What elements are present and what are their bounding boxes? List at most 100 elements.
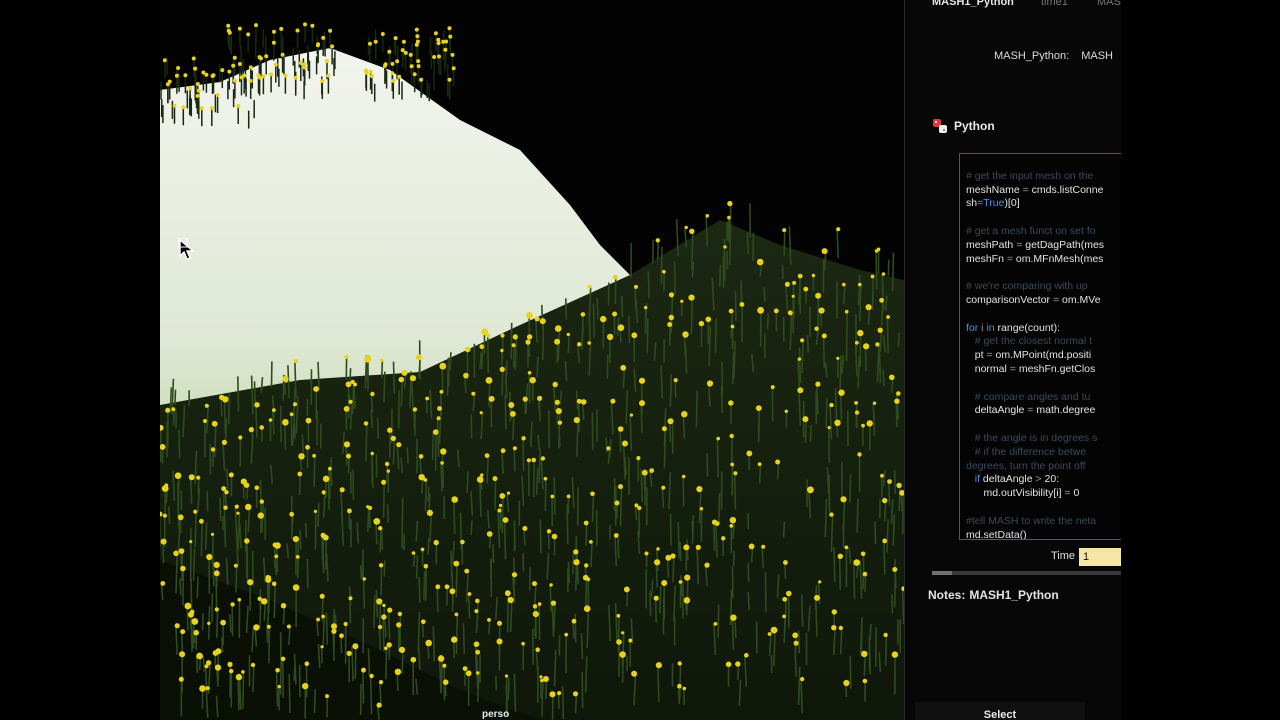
flower-head: [162, 513, 167, 518]
grass-stem: [541, 680, 544, 717]
flower-head: [677, 683, 682, 689]
flower-head: [193, 509, 198, 514]
flower-head: [550, 494, 555, 499]
flower-head: [767, 632, 772, 636]
flower-head: [572, 691, 579, 697]
grass-stem: [470, 520, 473, 536]
python-section-header[interactable]: Python: [932, 118, 995, 134]
flower-head: [539, 318, 546, 325]
grass-stem: [174, 389, 177, 405]
code-token: 0: [1073, 487, 1080, 500]
flower-head: [206, 553, 213, 561]
flower-head: [784, 281, 790, 287]
flower-head: [573, 417, 580, 424]
flower-head: [582, 574, 589, 581]
code-token: =: [1061, 487, 1074, 500]
flower-head: [499, 493, 506, 499]
flower-head: [725, 661, 732, 668]
tab-mash1-python[interactable]: MASH1_Python: [932, 0, 1014, 8]
flower-head: [436, 41, 441, 46]
flower-head: [479, 344, 485, 350]
code-line: # we're comparing with up: [966, 280, 1088, 292]
code-token: degrees, turn the point off: [966, 459, 1086, 472]
flower-head: [177, 514, 184, 521]
grass-stem: [558, 411, 561, 449]
code-line: meshFn = om.MFnMesh(mes: [966, 253, 1103, 265]
flower-head: [535, 647, 540, 652]
flower-head: [364, 355, 372, 363]
flower-head: [214, 607, 219, 612]
grass-stem: [425, 398, 428, 414]
grass-stem: [897, 332, 901, 348]
flower-head: [655, 238, 660, 243]
tab-mash[interactable]: MAS: [1097, 0, 1121, 8]
grass-stem: [221, 637, 224, 653]
grass-stem: [326, 553, 329, 582]
flower-head: [756, 258, 764, 266]
flower-head: [858, 282, 862, 287]
grass-stem: [512, 345, 515, 368]
flower-head: [807, 486, 814, 494]
time-field[interactable]: [1079, 548, 1121, 566]
select-button[interactable]: Select: [915, 702, 1085, 720]
grass-stem: [367, 648, 371, 676]
grass-stem: [189, 477, 193, 504]
flower-head: [387, 49, 392, 54]
flower-head: [554, 325, 562, 332]
grass-stem: [553, 477, 556, 515]
flower-head: [879, 297, 884, 303]
flower-head: [610, 398, 616, 404]
flower-head: [292, 536, 299, 543]
code-token: comparisonVector: [966, 294, 1051, 306]
grass-stem: [419, 456, 422, 474]
flower-head: [254, 402, 260, 408]
flower-head: [419, 77, 424, 82]
flower-head: [352, 643, 359, 650]
flower-head: [196, 475, 201, 480]
flower-head: [882, 497, 888, 504]
flower-head: [195, 93, 200, 98]
flower-head: [534, 316, 540, 322]
grass-stem: [804, 419, 808, 444]
flower-head: [571, 618, 577, 624]
python-code-editor[interactable]: 2122232425262728293031323334353637383940…: [959, 153, 1121, 540]
grass-stem: [849, 655, 852, 689]
flower-head: [487, 618, 491, 622]
flower-head: [331, 623, 337, 630]
grass-stem: [731, 463, 734, 496]
flower-head: [391, 78, 396, 83]
flower-head: [877, 327, 883, 333]
flower-head: [815, 292, 822, 299]
flower-head: [723, 245, 727, 249]
grass-stem: [345, 408, 348, 431]
scrollbar-thumb[interactable]: [932, 571, 952, 575]
flower-head: [537, 395, 543, 401]
flower-head: [496, 638, 503, 645]
grass-stem: [197, 477, 200, 495]
flower-head: [637, 505, 642, 511]
grass-stem: [691, 231, 694, 270]
flower-head: [210, 447, 216, 452]
flower-head: [537, 602, 542, 606]
grass-stem: [864, 574, 867, 592]
tab-time1[interactable]: time1: [1041, 0, 1068, 8]
node-name-field[interactable]: MASH: [1081, 50, 1113, 62]
grass-stem: [219, 497, 222, 522]
flower-head: [681, 411, 688, 418]
horizontal-scrollbar[interactable]: [932, 571, 1121, 575]
grass-stem: [489, 558, 493, 578]
grass-stem: [797, 666, 801, 706]
flower-head: [464, 568, 470, 574]
grass-stem: [574, 693, 578, 714]
flower-head: [425, 639, 433, 647]
3d-viewport[interactable]: perso: [160, 0, 904, 720]
flower-head: [705, 316, 712, 323]
flower-head: [232, 78, 237, 83]
flower-head: [464, 346, 471, 353]
grass-stem: [857, 356, 860, 389]
flower-head: [423, 563, 429, 569]
grass-stem: [619, 428, 622, 453]
flower-head: [201, 70, 206, 75]
flower-head: [504, 674, 509, 678]
grass-stem: [455, 563, 458, 598]
